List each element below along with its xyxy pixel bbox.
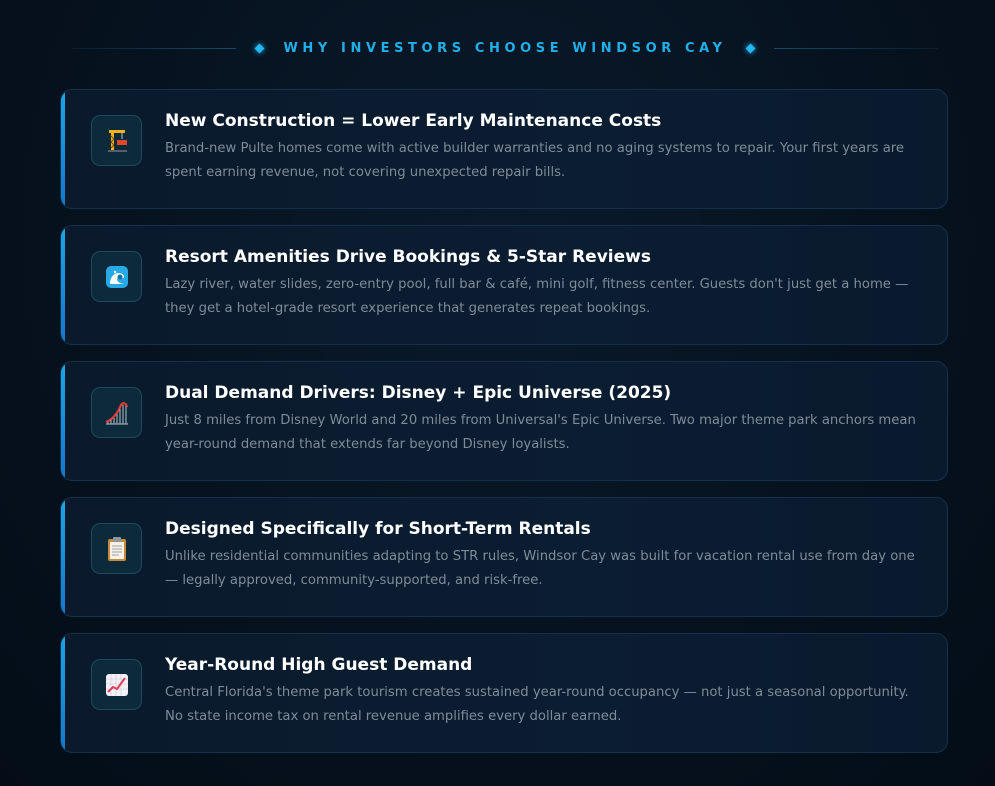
card-description: Unlike residential communities adapting … [165,549,915,588]
feature-card-resort-amenities: Resort Amenities Drive Bookings & 5-Star… [60,225,948,345]
feature-card-dual-demand: Dual Demand Drivers: Disney + Epic Unive… [60,361,948,481]
diamond-icon [745,43,755,53]
feature-card-new-construction: New Construction = Lower Early Maintenan… [60,89,948,209]
header-divider-left [72,47,237,49]
wave-icon [91,251,142,302]
section-header: WHY INVESTORS CHOOSE WINDSOR CAY [72,36,938,60]
clipboard-icon [91,523,142,574]
diamond-icon [255,43,265,53]
card-title: New Construction = Lower Early Maintenan… [165,111,662,131]
card-description: Just 8 miles from Disney World and 20 mi… [165,413,916,452]
feature-card-year-round-demand: Year-Round High Guest Demand Central Flo… [60,633,948,753]
card-description: Lazy river, water slides, zero-entry poo… [165,277,909,316]
card-description: Brand-new Pulte homes come with active b… [165,141,905,180]
chart-increasing-icon [91,659,142,710]
card-description: Central Florida's theme park tourism cre… [165,685,909,724]
card-title: Dual Demand Drivers: Disney + Epic Unive… [165,383,672,403]
header-divider-right [773,47,938,49]
card-title: Year-Round High Guest Demand [165,655,473,675]
construction-crane-icon [91,115,142,166]
card-title: Resort Amenities Drive Bookings & 5-Star… [165,247,651,267]
feature-card-short-term-rentals: Designed Specifically for Short-Term Ren… [60,497,948,617]
roller-coaster-icon [91,387,142,438]
card-title: Designed Specifically for Short-Term Ren… [165,519,591,539]
feature-list: New Construction = Lower Early Maintenan… [60,89,948,769]
section-title: WHY INVESTORS CHOOSE WINDSOR CAY [283,40,727,56]
